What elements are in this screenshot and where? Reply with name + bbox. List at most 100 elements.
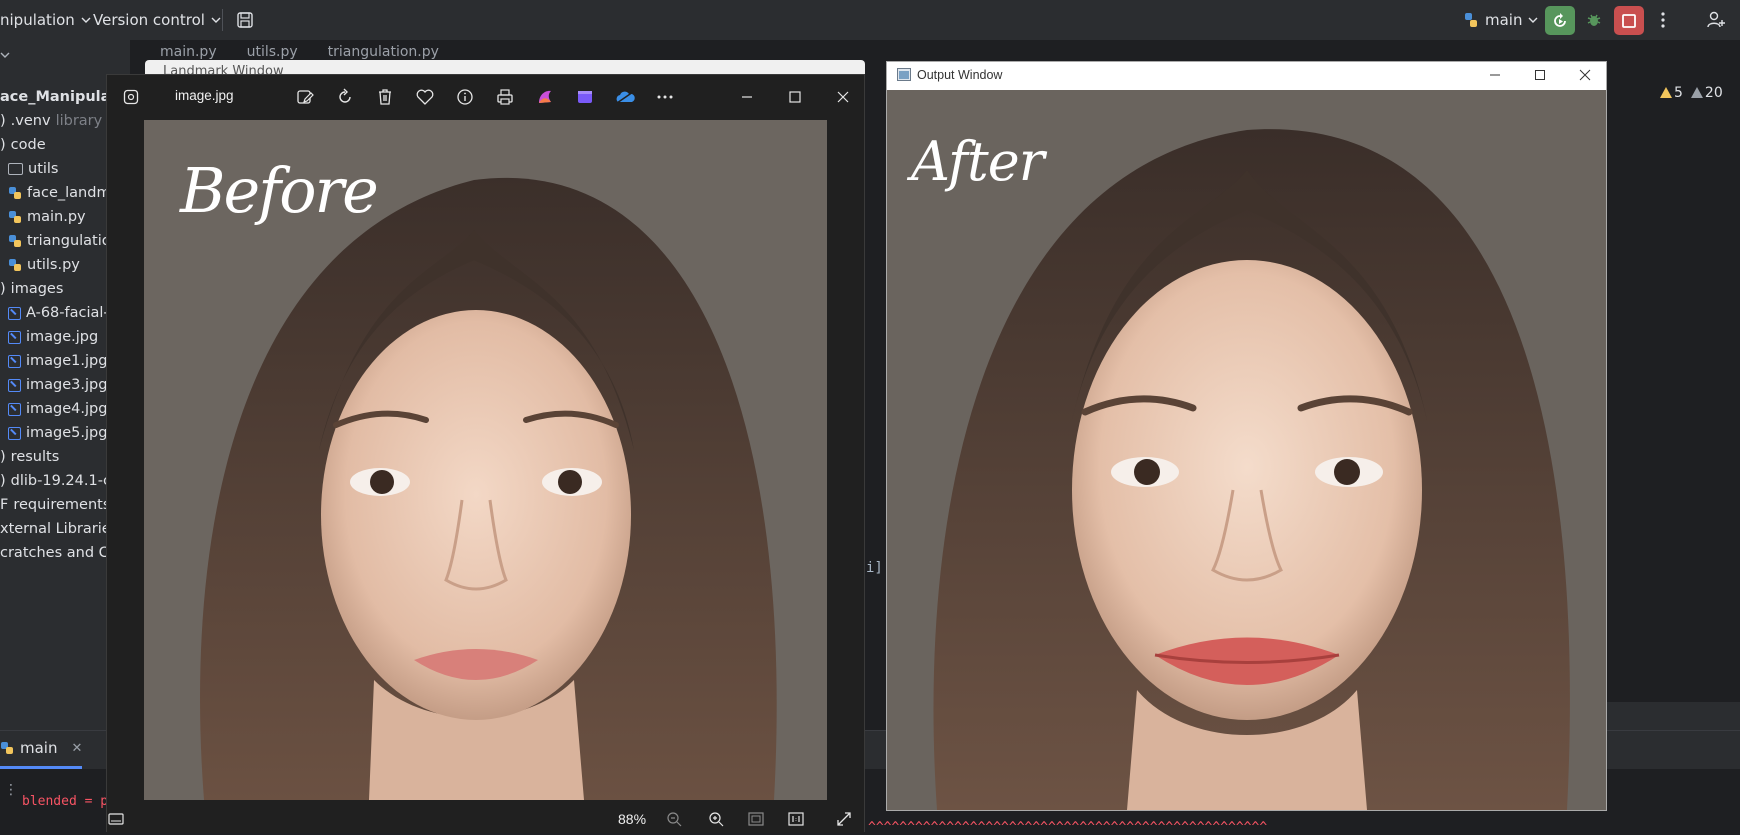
designer-icon[interactable] [533, 85, 557, 109]
tree-folder-code[interactable]: ) code [0, 134, 46, 156]
photos-statusbar: 88% [107, 805, 864, 833]
console-error-carets: ^^^^^^^^^^^^^^^^^^^^^^^^^^^^^^^^^^^^^^^^… [868, 820, 1268, 835]
tree-image-file[interactable]: image5.jpg [8, 422, 107, 444]
python-file-icon [9, 187, 21, 199]
tree-item-label: A-68-facial- [26, 305, 109, 321]
tree-item-label: image.jpg [26, 329, 99, 345]
maximize-icon[interactable] [783, 85, 807, 109]
folder-icon [8, 163, 23, 175]
run-tab[interactable]: main ✕ [0, 735, 82, 761]
photos-titlebar: image.jpg [107, 75, 864, 119]
save-icon[interactable] [233, 8, 257, 32]
minimize-icon[interactable] [735, 85, 759, 109]
actual-size-icon[interactable] [787, 810, 805, 828]
tree-file-utils[interactable]: utils.py [8, 254, 80, 276]
tree-image-file[interactable]: image4.jpg [8, 398, 107, 420]
chevron-down-icon[interactable] [0, 50, 16, 66]
rerun-icon [1554, 12, 1566, 27]
toolbar-divider [222, 9, 223, 31]
minimize-icon[interactable] [1487, 67, 1503, 83]
tree-item-label: results [10, 449, 60, 465]
stop-icon [1622, 13, 1636, 28]
rerun-button[interactable] [1545, 6, 1575, 35]
onedrive-icon[interactable] [613, 85, 637, 109]
run-tab-label: main [20, 739, 58, 757]
photos-app-icon [119, 85, 143, 109]
more-options-icon[interactable]: ⋮ [4, 782, 18, 798]
stop-button[interactable] [1614, 6, 1644, 35]
image-file-icon [8, 330, 21, 344]
ide-toolbar: nipulation Version control main [0, 0, 1740, 41]
tree-folder-results[interactable]: ) results [0, 446, 59, 468]
image-file-icon [8, 378, 21, 392]
close-icon[interactable] [831, 85, 855, 109]
python-file-icon [9, 211, 21, 223]
zoom-in-icon[interactable] [707, 810, 725, 828]
tree-scratches[interactable]: cratches and Co [0, 542, 118, 564]
chevron-down-icon [81, 17, 91, 23]
tree-item-label: xternal Libraries [0, 521, 119, 537]
python-file-icon [9, 235, 21, 247]
photos-viewer-window: image.jpg Before 88% [106, 74, 865, 833]
weak-warning-count: 20 [1690, 85, 1723, 101]
clipchamp-icon[interactable] [573, 85, 597, 109]
tree-image-file[interactable]: image1.jpg [8, 350, 107, 372]
bug-icon [1587, 14, 1601, 26]
tree-folder-dlib[interactable]: ) dlib-19.24.1-cp [0, 470, 120, 492]
warning-icon [1660, 87, 1672, 98]
photos-filename: image.jpg [175, 88, 234, 103]
tree-item-label: image3.jpg [26, 377, 108, 393]
tree-folder-images[interactable]: ) images [0, 278, 63, 300]
image-file-icon [8, 306, 21, 320]
tree-venv[interactable]: ) .venv library ro [0, 110, 121, 132]
before-photo: Before [144, 120, 827, 800]
inspection-widget[interactable]: 5 20 [1660, 85, 1723, 101]
favorite-icon[interactable] [413, 85, 437, 109]
tree-image-file[interactable]: image.jpg [8, 326, 98, 348]
version-control-menu[interactable]: Version control [93, 10, 221, 30]
close-icon[interactable] [1577, 67, 1593, 83]
tree-item-label: utils.py [27, 257, 80, 273]
more-options-icon[interactable] [653, 85, 677, 109]
fit-to-window-icon[interactable] [747, 810, 765, 828]
python-file-icon [9, 259, 21, 271]
tree-image-file[interactable]: image3.jpg [8, 374, 107, 396]
close-icon[interactable]: ✕ [71, 741, 82, 756]
project-menu-label: nipulation [0, 11, 75, 29]
info-icon[interactable] [453, 85, 477, 109]
branch-selector[interactable]: main [1463, 10, 1538, 30]
tree-item-label: cratches and Co [0, 545, 118, 561]
zoom-out-icon[interactable] [665, 810, 683, 828]
tree-item-label: image1.jpg [26, 353, 108, 369]
edit-image-icon[interactable] [293, 85, 317, 109]
more-options-icon[interactable] [1651, 8, 1675, 32]
tree-external-libraries[interactable]: xternal Libraries [0, 518, 118, 540]
warning-count: 5 [1660, 85, 1683, 101]
tree-file-triangulation[interactable]: triangulation [8, 230, 120, 252]
add-user-icon[interactable] [1704, 8, 1728, 32]
delete-icon[interactable] [373, 85, 397, 109]
maximize-icon[interactable] [1532, 67, 1548, 83]
python-icon [1465, 13, 1477, 27]
after-photo: After [887, 90, 1606, 810]
run-tab-indicator [0, 766, 82, 769]
version-control-label: Version control [93, 11, 205, 29]
fullscreen-icon[interactable] [835, 810, 853, 828]
tree-folder-utils[interactable]: utils [8, 158, 59, 180]
rotate-icon[interactable] [333, 85, 357, 109]
tree-image-file[interactable]: A-68-facial- [8, 302, 109, 324]
zoom-level: 88% [618, 811, 647, 827]
tree-file-main[interactable]: main.py [8, 206, 86, 228]
filmstrip-icon[interactable] [107, 810, 125, 828]
tree-item-label: code [10, 137, 46, 153]
weak-warning-icon [1690, 87, 1703, 98]
project-menu[interactable]: nipulation [0, 10, 91, 30]
image-file-icon [8, 354, 21, 368]
print-icon[interactable] [493, 85, 517, 109]
python-icon [1, 742, 13, 754]
tree-file-face-landmarks[interactable]: face_landma [8, 182, 119, 204]
debug-button[interactable] [1582, 8, 1606, 32]
chevron-down-icon [211, 17, 221, 23]
output-window-title: Output Window [917, 68, 1003, 82]
tree-venv-label: .venv [10, 113, 51, 129]
